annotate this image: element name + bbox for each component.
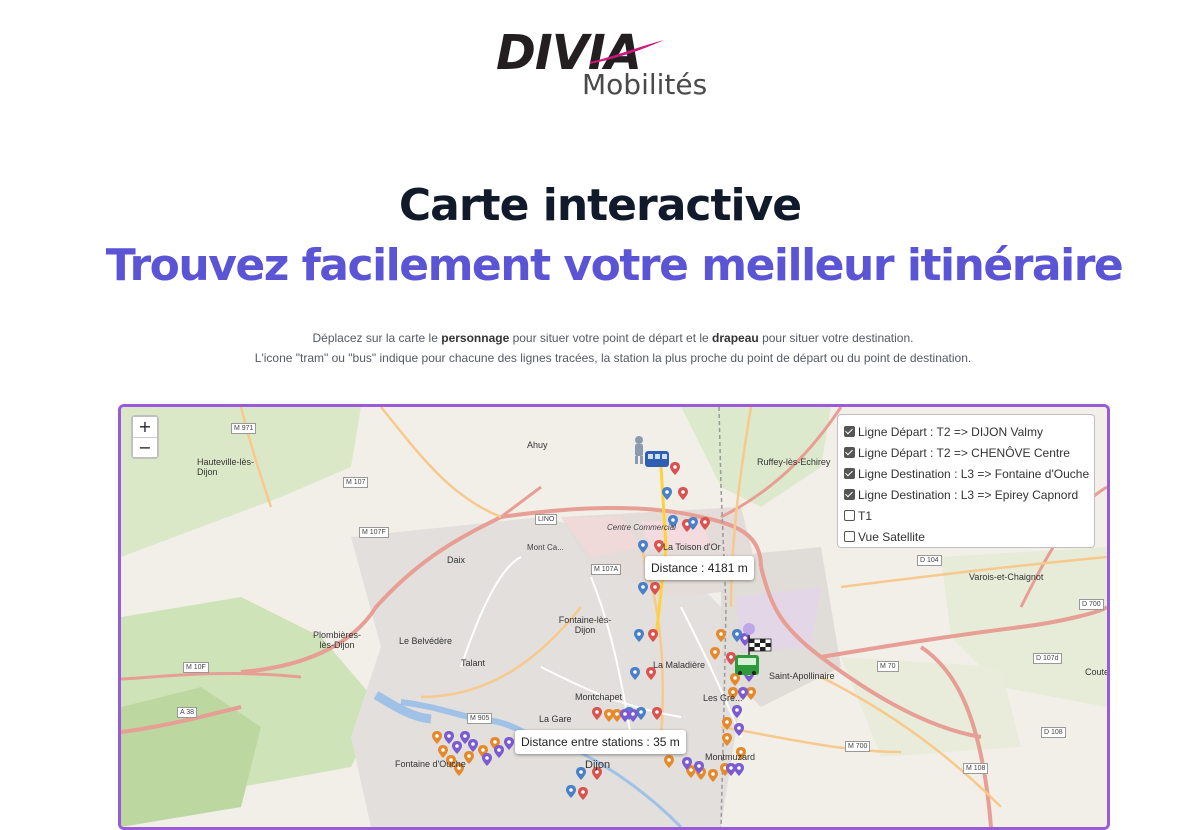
road-label: D 700 [1079,599,1104,610]
place-label: Coute [1085,667,1110,677]
instr-text-e: pour situer votre destination. [758,331,914,345]
start-person-icon[interactable] [635,436,643,464]
divia-logo[interactable]: DIVIA Mobilités [490,28,740,104]
layer-ligne-destination-fontaine[interactable]: Ligne Destination : L3 => Fontaine d'Ouc… [844,464,1090,485]
layer-label: Ligne Destination : L3 => Fontaine d'Ouc… [858,467,1090,481]
place-label: Fontaine d'Ouche [395,759,466,769]
layer-ligne-depart-valmy[interactable]: Ligne Départ : T2 => DIJON Valmy [844,422,1088,443]
place-label: Les Gré... [703,693,743,703]
road-label: M 10F [183,662,209,673]
road-label: LINO [535,514,558,525]
place-label: Ruffey-lès-Echirey [757,457,831,467]
instructions-line-1: Déplacez sur la carte le personnage pour… [0,328,1200,348]
road-label: D 104 [917,555,942,566]
road-label: D 108 [1041,727,1066,738]
place-label: Daix [447,555,466,565]
layer-ligne-depart-chenove[interactable]: Ligne Départ : T2 => CHENÔVE Centre [844,443,1088,464]
place-label: Saint-Apollinaire [769,671,835,681]
instructions-line-2: L'icone "tram" ou "bus" indique pour cha… [254,351,972,365]
place-label: Plombières-lès-Dijon [312,630,361,650]
instr-drapeau: drapeau [712,331,759,345]
place-label: Ahuy [527,440,548,450]
place-label: La Toison d'Or [663,542,721,552]
place-label: La Gare [539,714,572,724]
place-label: Fontaine-lès-Dijon [558,615,612,635]
layer-checkbox[interactable] [844,426,855,438]
layer-label: Ligne Départ : T2 => DIJON Valmy [858,425,1043,439]
road-label: M 700 [845,741,871,752]
distance-tooltip: Distance : 4181 m [645,556,754,580]
page-title: Carte interactive [398,180,802,231]
place-label: La Maladière [653,660,706,670]
layer-label: Ligne Départ : T2 => CHENÔVE Centre [858,446,1070,460]
tram-icon[interactable] [645,451,669,467]
logo-swoosh-icon [590,40,664,64]
instr-text-a: Déplacez sur la carte le [312,331,442,345]
instr-personnage: personnage [441,331,510,345]
place-label: Talant [461,658,486,668]
road-label: A 38 [177,707,198,718]
road-label: M 107F [359,527,389,538]
layer-vue-satellite[interactable]: Vue Satellite [844,527,1088,548]
zoom-out-button[interactable]: − [133,437,157,457]
place-label: Mont Ca... [527,543,564,552]
instructions: Déplacez sur la carte le personnage pour… [0,328,1200,368]
road-label: M 971 [231,423,257,434]
layer-label: Ligne Destination : L3 => Epirey Capnord [858,488,1079,502]
instr-text-c: pour situer votre point de départ et le [509,331,713,345]
layer-label: Vue Satellite [858,530,925,544]
layer-checkbox[interactable] [844,510,855,522]
zoom-in-button[interactable]: + [133,417,157,437]
interactive-map[interactable]: M 971 M 107 M 107F LINO M 107A M 10F A 3… [118,404,1110,830]
layer-checkbox[interactable] [844,468,855,480]
layer-checkbox[interactable] [844,447,855,459]
station-distance-tooltip: Distance entre stations : 35 m [515,730,686,754]
layer-checkbox[interactable] [844,489,855,501]
place-label: Varois-et-Chaignot [969,572,1044,582]
layer-control: Ligne Départ : T2 => DIJON Valmy Ligne D… [837,414,1095,548]
place-label: Le Belvédère [399,636,453,646]
place-label: Dijon [585,759,611,771]
logo-subtitle: Mobilités [582,68,708,101]
place-label: Montmuzard [705,752,756,762]
place-label: Centre Commercial [607,523,676,532]
layer-label: T1 [858,509,873,523]
zoom-control: + − [131,415,159,459]
layer-t1[interactable]: T1 [844,506,1088,527]
layer-ligne-destination-epirey[interactable]: Ligne Destination : L3 => Epirey Capnord [844,485,1088,506]
place-label: Montchapet [575,692,623,702]
page-subtitle: Trouvez facilement votre meilleur itinér… [105,240,1124,291]
road-label: D 107d [1033,653,1062,664]
layer-checkbox[interactable] [844,531,855,543]
road-label: M 70 [877,661,899,672]
road-label: M 107 [343,477,369,488]
bus-icon[interactable] [735,655,759,675]
road-label: M 107A [591,564,622,575]
road-label: M 905 [467,713,493,724]
place-label: Hauteville-lès-Dijon [197,457,255,477]
road-label: M 108 [963,763,989,774]
